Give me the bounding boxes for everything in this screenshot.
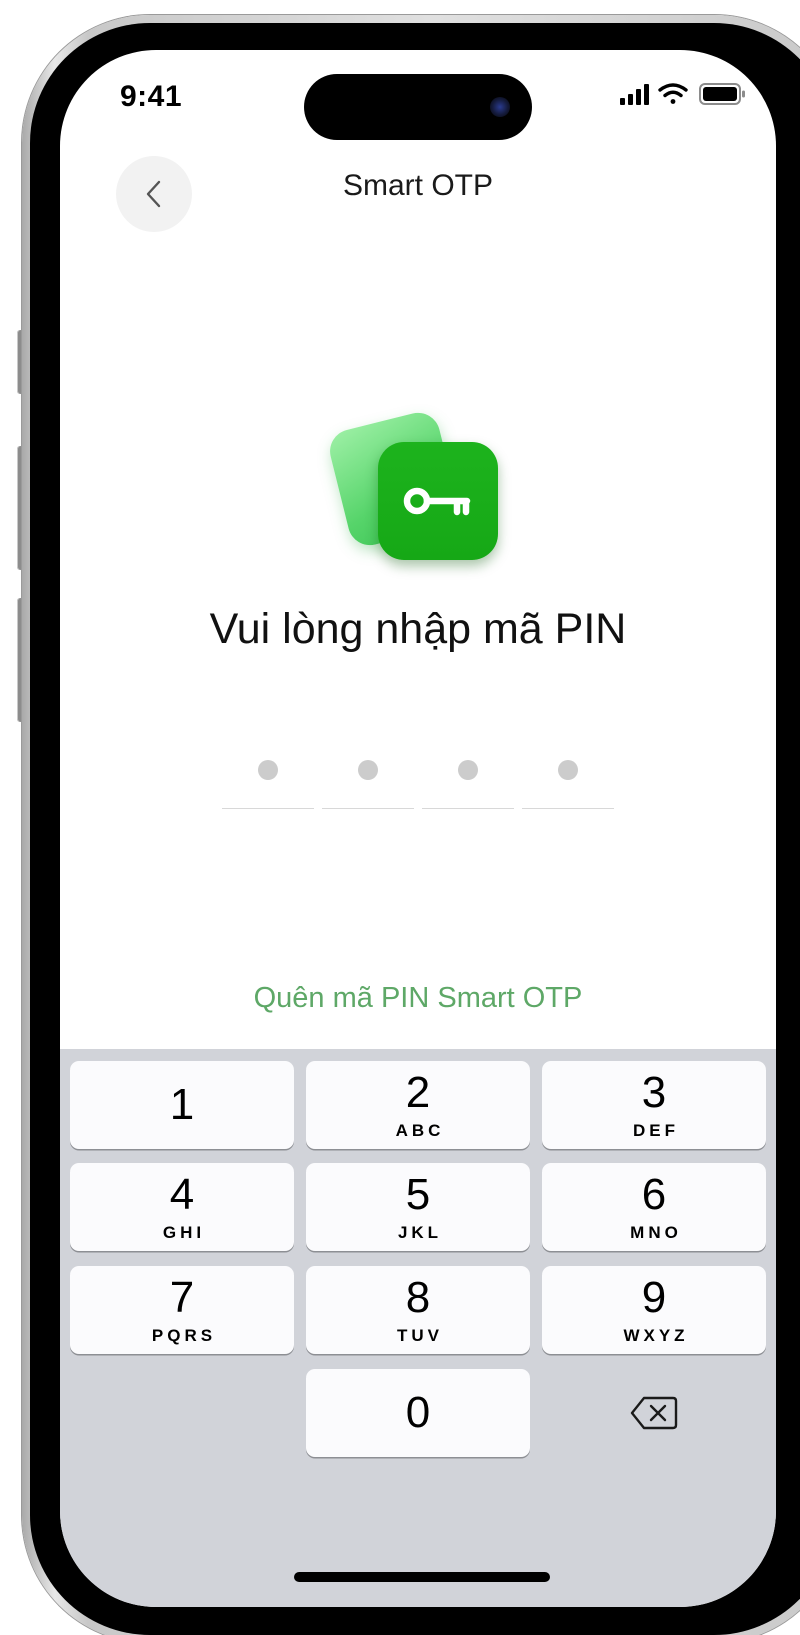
- key-8[interactable]: 8 TUV: [306, 1266, 530, 1354]
- pin-dot: [458, 760, 478, 780]
- stage: 9:41 Smart OTP Vui lòng nhập mã PIN Quên…: [0, 0, 800, 1635]
- key-letters: JKL: [397, 1223, 443, 1242]
- key-9[interactable]: 9 WXYZ: [542, 1266, 766, 1354]
- key-digit: 8: [405, 1273, 431, 1322]
- key-letters: GHI: [162, 1223, 206, 1242]
- delete-key[interactable]: [542, 1369, 766, 1457]
- front-camera: [490, 97, 510, 117]
- key-digit: 2: [405, 1068, 431, 1117]
- key-7[interactable]: 7 PQRS: [70, 1266, 294, 1354]
- pin-slot: [222, 750, 314, 809]
- numeric-keypad: 1 2 ABC 3 DEF 4 GHI 5 JKL 6 MNO 7 PQRS 8…: [60, 1049, 776, 1607]
- pin-slot: [322, 750, 414, 809]
- key-digit: 4: [169, 1170, 195, 1219]
- key-letters: TUV: [397, 1326, 443, 1345]
- pin-input[interactable]: [222, 750, 618, 810]
- key-digit: 7: [169, 1273, 195, 1322]
- phone-screen: 9:41 Smart OTP Vui lòng nhập mã PIN Quên…: [60, 50, 776, 1607]
- status-icons: [620, 82, 750, 108]
- pin-slot: [422, 750, 514, 809]
- key-6[interactable]: 6 MNO: [542, 1163, 766, 1251]
- key-digit: 3: [641, 1068, 667, 1117]
- pin-dot: [258, 760, 278, 780]
- smart-otp-illustration: [325, 408, 498, 560]
- key-letters: DEF: [633, 1121, 679, 1140]
- key-digit: 5: [405, 1170, 431, 1219]
- key-letters: MNO: [630, 1223, 682, 1242]
- key-2[interactable]: 2 ABC: [306, 1061, 530, 1149]
- pin-slot: [522, 750, 614, 809]
- key-icon: [403, 487, 471, 516]
- key-3[interactable]: 3 DEF: [542, 1061, 766, 1149]
- key-digit: 6: [641, 1170, 667, 1219]
- status-time: 9:41: [120, 80, 183, 113]
- key-5[interactable]: 5 JKL: [306, 1163, 530, 1251]
- pin-heading: Vui lòng nhập mã PIN: [209, 605, 627, 653]
- backspace-icon: [630, 1396, 678, 1430]
- page-title: Smart OTP: [342, 169, 493, 202]
- key-1[interactable]: 1: [70, 1061, 294, 1149]
- key-0[interactable]: 0: [306, 1369, 530, 1457]
- battery-icon: [699, 83, 745, 105]
- key-4[interactable]: 4 GHI: [70, 1163, 294, 1251]
- key-letters: WXYZ: [623, 1326, 689, 1345]
- dynamic-island: [304, 74, 532, 140]
- illustration-front-card: [378, 442, 498, 560]
- key-letters: ABC: [395, 1121, 445, 1140]
- home-indicator: [294, 1572, 550, 1582]
- key-letters: PQRS: [151, 1326, 217, 1345]
- wifi-icon: [658, 83, 688, 104]
- key-digit: 9: [641, 1273, 667, 1322]
- pin-dot: [558, 760, 578, 780]
- key-digit: 0: [405, 1388, 431, 1437]
- cellular-signal-icon: [620, 84, 649, 105]
- pin-dot: [358, 760, 378, 780]
- key-digit: 1: [169, 1080, 195, 1129]
- forgot-pin-link[interactable]: Quên mã PIN Smart OTP: [60, 982, 776, 1015]
